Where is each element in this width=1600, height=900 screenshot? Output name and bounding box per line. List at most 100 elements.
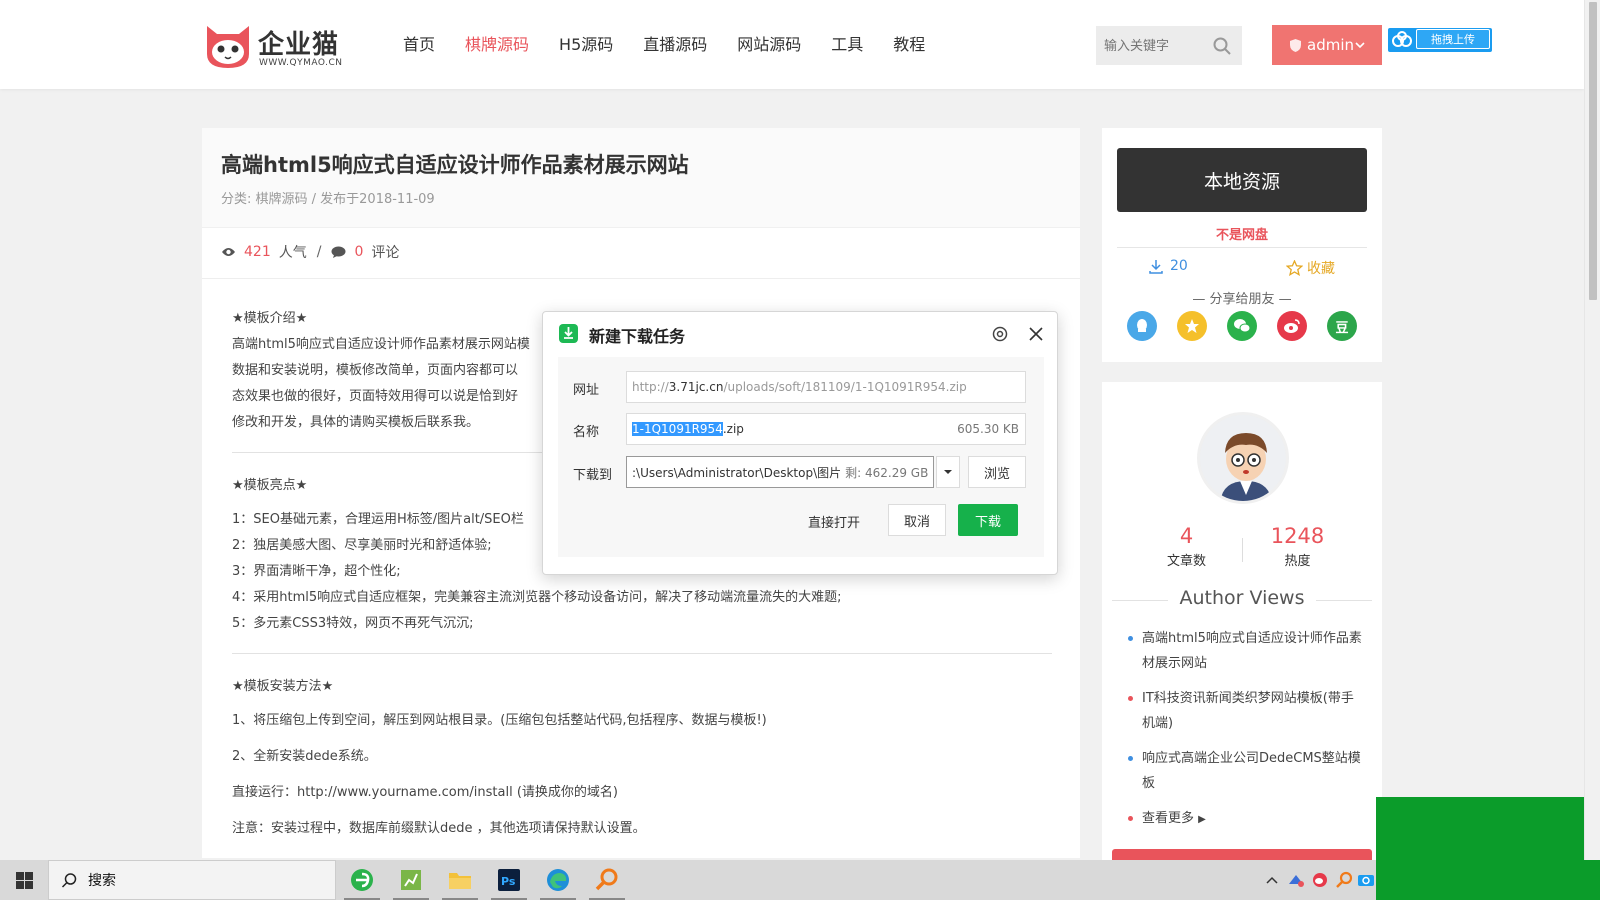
caret-right-icon: ▶: [1198, 814, 1206, 825]
highlight-item: 4：采用html5响应式自适应框架，完美兼容主流浏览器个移动设备访问，解决了移动…: [232, 590, 842, 605]
new-download-dialog: 新建下载任务 网址 http://3.71jc.cn/uploads/soft/…: [542, 311, 1058, 575]
logo-text: 企业猫: [258, 30, 340, 60]
download-button[interactable]: 下载: [958, 504, 1018, 536]
heat-label: 热度: [1284, 554, 1311, 569]
view-more-label: 查看更多: [1142, 811, 1195, 826]
search-tool-icon[interactable]: [587, 864, 627, 900]
site-logo[interactable]: 企业猫 WWW.QYMAO.CN: [203, 22, 353, 72]
site-header: 企业猫 WWW.QYMAO.CN 首页 棋牌源码 H5源码 直播源码 网站源码 …: [0, 0, 1584, 89]
scrollbar-thumb[interactable]: [1589, 2, 1597, 300]
url-field[interactable]: http://3.71jc.cn/uploads/soft/181109/1-1…: [626, 371, 1026, 403]
install-line: 1、将压缩包上传到空间，解压到网站根目录。(压缩包包括整站代码,包括程序、数据与…: [232, 713, 767, 728]
tray-network-app-icon[interactable]: [1286, 870, 1306, 890]
dialog-title: 新建下载任务: [589, 327, 686, 346]
browse-button[interactable]: 浏览: [968, 456, 1026, 488]
tray-chevron-up-icon[interactable]: [1262, 870, 1282, 890]
drag-upload-button[interactable]: 拖拽上传: [1388, 28, 1492, 52]
share-icons: 豆: [1127, 311, 1357, 341]
avatar[interactable]: [1197, 412, 1289, 504]
close-icon[interactable]: [1027, 325, 1045, 343]
page-scrollbar[interactable]: [1584, 0, 1600, 860]
weibo-icon[interactable]: [1277, 311, 1307, 341]
douban-icon[interactable]: 豆: [1327, 311, 1357, 341]
green-overlay: [1376, 797, 1600, 900]
save-path: :\Users\Administrator\Desktop\图片: [632, 465, 842, 480]
baidu-cloud-icon: [1390, 29, 1414, 51]
nav-live-source[interactable]: 直播源码: [643, 30, 707, 60]
search-icon[interactable]: [1212, 36, 1232, 56]
settings-icon[interactable]: [991, 325, 1009, 343]
list-item-label: 响应式高端企业公司DedeCMS整站模板: [1142, 751, 1361, 791]
open-directly-button[interactable]: 直接打开: [808, 512, 860, 531]
article-count-label: 文章数: [1166, 554, 1206, 569]
download-count[interactable]: 20: [1148, 258, 1188, 274]
chevron-down-icon: [1355, 42, 1365, 49]
browser-360-icon[interactable]: [342, 864, 382, 900]
author-article-list: 高端html5响应式自适应设计师作品素材展示网站 IT科技资讯新闻类织梦网站模板…: [1126, 626, 1366, 842]
qzone-icon[interactable]: [1177, 311, 1207, 341]
windows-start-icon[interactable]: [0, 860, 48, 900]
divider: [232, 653, 1052, 654]
article-title: 高端html5响应式自适应设计师作品素材展示网站: [221, 153, 689, 177]
comment-label[interactable]: 评论: [371, 242, 399, 262]
photoshop-icon[interactable]: Ps: [489, 864, 529, 900]
cancel-button[interactable]: 取消: [888, 504, 946, 536]
file-size: 605.30 KB: [957, 422, 1019, 436]
nav-tutorials[interactable]: 教程: [893, 30, 925, 60]
comment-icon: [331, 246, 346, 258]
nav-h5-source[interactable]: H5源码: [559, 30, 613, 60]
url-label: 网址: [573, 383, 600, 398]
url-path: /uploads/soft/181109/1-1Q1091R954.zip: [723, 380, 967, 394]
bullet-dot: [1128, 696, 1133, 701]
search-input[interactable]: [1104, 34, 1210, 58]
name-label: 名称: [573, 425, 600, 440]
view-more-link[interactable]: 查看更多 ▶: [1126, 806, 1366, 832]
install-line: 注意：安装过程中，数据库前缀默认dede ，其他选项请保持默认设置。: [232, 821, 646, 836]
taskbar: 搜索 Ps: [0, 860, 1376, 900]
filename-selected: 1-1Q1091R954: [632, 422, 723, 436]
not-netdisk-label: 不是网盘: [1215, 228, 1268, 243]
nav-website-source[interactable]: 网站源码: [737, 30, 801, 60]
search-icon: [61, 872, 77, 888]
list-item[interactable]: 高端html5响应式自适应设计师作品素材展示网站: [1126, 626, 1366, 676]
caret-down-icon: [944, 470, 952, 474]
bullet-dot: [1128, 756, 1133, 761]
favorite-button[interactable]: 收藏: [1286, 258, 1335, 278]
url-host: 3.71jc.cn: [668, 380, 724, 394]
filename-field[interactable]: 1-1Q1091R954 .zip 605.30 KB: [626, 413, 1026, 445]
nav-home[interactable]: 首页: [403, 30, 435, 60]
admin-label: admin: [1307, 36, 1354, 54]
view-count: 421: [244, 244, 271, 260]
heat-stat: 1248 热度: [1243, 524, 1353, 569]
local-resource-button[interactable]: 本地资源: [1117, 148, 1367, 212]
save-path-field[interactable]: :\Users\Administrator\Desktop\图片 剩: 462.2…: [626, 456, 934, 488]
edge-browser-icon[interactable]: [538, 864, 578, 900]
file-explorer-icon[interactable]: [440, 864, 480, 900]
article-count: 4: [1179, 524, 1194, 548]
tray-cloud-icon[interactable]: [1356, 870, 1376, 890]
author-stats: 4 文章数 1248 热度: [1102, 524, 1382, 569]
tray-weibo-icon[interactable]: [1310, 870, 1330, 890]
qq-icon[interactable]: [1127, 311, 1157, 341]
article-stats: 421 人气 / 0 评论: [221, 242, 399, 262]
comment-count: 0: [354, 244, 364, 260]
main-nav: 首页 棋牌源码 H5源码 直播源码 网站源码 工具 教程: [388, 30, 940, 60]
spreadsheet-app-icon[interactable]: [391, 864, 431, 900]
download-icon: [1149, 260, 1163, 274]
list-item[interactable]: 响应式高端企业公司DedeCMS整站模板: [1126, 746, 1366, 796]
list-item[interactable]: IT科技资讯新闻类织梦网站模板(带手机端): [1126, 686, 1366, 736]
share-title: — 分享给朋友 —: [1192, 292, 1292, 307]
tray-search-tool-icon[interactable]: [1334, 870, 1354, 890]
upload-label: 拖拽上传: [1416, 29, 1490, 49]
admin-menu-button[interactable]: admin: [1272, 25, 1382, 65]
highlight-item: 5：多元素CSS3特效，网页不再死气沉沉;: [232, 616, 474, 631]
save-to-label: 下载到: [573, 468, 613, 483]
path-dropdown-button[interactable]: [936, 456, 960, 488]
taskbar-search[interactable]: 搜索: [48, 860, 336, 900]
nav-tools[interactable]: 工具: [831, 30, 863, 60]
wechat-icon[interactable]: [1227, 311, 1257, 341]
nav-chess-source[interactable]: 棋牌源码: [465, 30, 529, 60]
install-line: 直接运行：http://www.yourname.com/install (请换…: [232, 785, 618, 800]
eye-icon: [222, 248, 235, 256]
divider: [202, 278, 1080, 279]
